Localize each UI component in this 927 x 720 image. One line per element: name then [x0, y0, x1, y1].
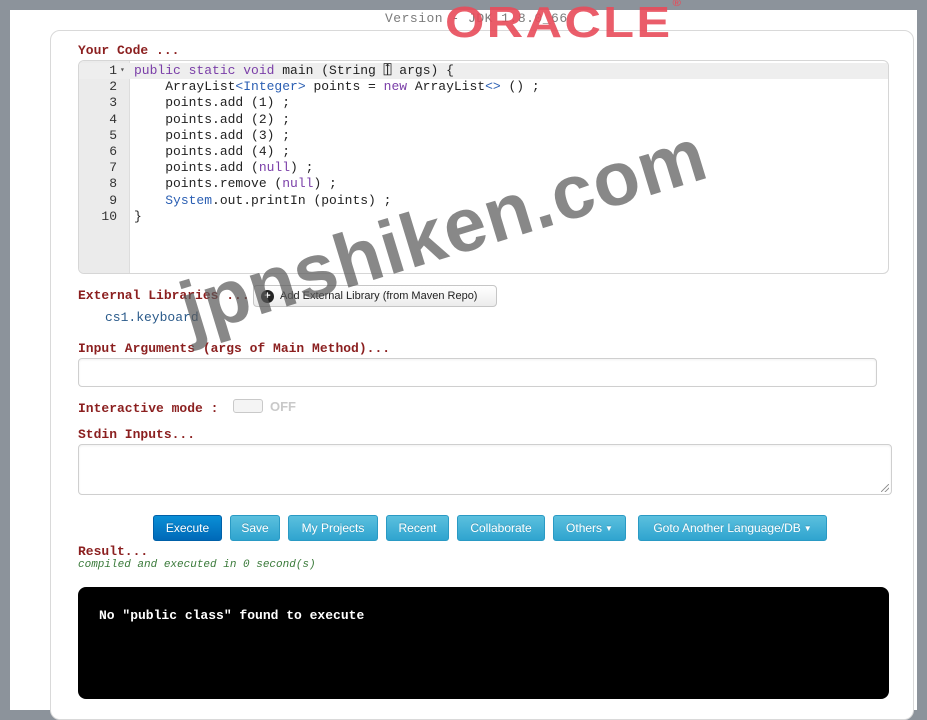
interactive-mode-state: OFF	[270, 399, 296, 414]
input-arguments-label: Input Arguments (args of Main Method)...	[78, 341, 391, 356]
library-item[interactable]: cs1.keyboard	[105, 310, 199, 325]
interactive-mode-label: Interactive mode :	[78, 401, 219, 416]
resize-grip-icon[interactable]	[881, 484, 889, 492]
code-line[interactable]: 10}	[79, 209, 888, 225]
code-line[interactable]: 7 points.add (null) ;	[79, 160, 888, 176]
line-number: 1	[109, 63, 117, 78]
line-number: 6	[109, 144, 117, 159]
code-text: System.out.printIn (points) ;	[165, 192, 392, 208]
code-line[interactable]: 8 points.remove (null) ;	[79, 176, 888, 192]
line-number: 8	[109, 176, 117, 192]
save-button[interactable]: Save	[230, 515, 280, 541]
output-console: No "public class" found to execute	[78, 587, 889, 699]
code-line[interactable]: 6 points.add (4) ;	[79, 144, 888, 160]
others-label: Others	[566, 521, 603, 535]
goto-language-label: Goto Another Language/DB	[653, 521, 801, 535]
code-editor[interactable]: 1 ▾ public static void main (String ⍐ args…	[78, 60, 889, 274]
code-section-label: Your Code ...	[78, 43, 180, 58]
fold-arrow-icon[interactable]: ▾	[120, 63, 125, 79]
stdin-inputs-field[interactable]	[78, 444, 892, 495]
line-number: 3	[109, 95, 117, 111]
add-external-library-label: Add External Library (from Maven Repo)	[280, 290, 478, 302]
oracle-logo-text: ORACLE	[445, 0, 673, 47]
console-output-text: No "public class" found to execute	[99, 608, 365, 623]
code-text: points.add (4) ;	[134, 144, 291, 159]
interactive-mode-toggle[interactable]	[233, 399, 263, 413]
line-number: 7	[109, 160, 117, 176]
code-line[interactable]: 1 ▾ public static void main (String ⍐ args…	[79, 63, 888, 79]
code-text: public static void main (String ⍐ args) …	[134, 63, 454, 78]
add-external-library-button[interactable]: + Add External Library (from Maven Repo)	[253, 285, 497, 307]
code-text: }	[134, 208, 142, 224]
execute-button[interactable]: Execute	[153, 515, 222, 541]
goto-language-dropdown-button[interactable]: Goto Another Language/DB ▼	[638, 515, 827, 541]
result-status: compiled and executed in 0 second(s)	[78, 559, 316, 571]
line-number: 10	[101, 208, 117, 224]
external-libraries-label: External Libraries ...	[78, 288, 250, 303]
oracle-registered-mark: ®	[672, 0, 684, 9]
plus-circle-icon: +	[261, 289, 274, 303]
code-text: points.add (1) ;	[134, 95, 291, 111]
result-label: Result...	[78, 544, 149, 559]
code-text: points.remove (null) ;	[134, 176, 337, 192]
caret-down-icon: ▼	[605, 523, 613, 533]
code-text: points.add (2) ;	[134, 111, 291, 127]
code-text: points.add (null) ;	[134, 160, 314, 176]
code-line[interactable]: 9 System.out.printIn (points) ;	[79, 193, 888, 209]
recent-button[interactable]: Recent	[386, 515, 449, 541]
input-arguments-field[interactable]	[78, 358, 877, 387]
code-line[interactable]: 4 points.add (2) ;	[79, 112, 888, 128]
line-number: 2	[109, 79, 117, 95]
code-text: points.add (3) ;	[134, 127, 291, 143]
code-line[interactable]: 3 points.add (1) ;	[79, 95, 888, 111]
line-number: 5	[109, 127, 117, 143]
my-projects-button[interactable]: My Projects	[288, 515, 378, 541]
others-dropdown-button[interactable]: Others ▼	[553, 515, 626, 541]
oracle-logo: ORACLE®	[445, 0, 683, 48]
code-line[interactable]: 2 ArrayList<Integer> points = new ArrayL…	[79, 79, 888, 95]
stdin-inputs-label: Stdin Inputs...	[78, 427, 196, 442]
code-text: ArrayList<Integer> points = new ArrayLis…	[134, 79, 540, 95]
collaborate-button[interactable]: Collaborate	[457, 515, 545, 541]
line-number: 4	[109, 111, 117, 127]
line-number: 9	[109, 192, 117, 208]
code-line[interactable]: 5 points.add (3) ;	[79, 128, 888, 144]
caret-down-icon: ▼	[803, 523, 812, 533]
